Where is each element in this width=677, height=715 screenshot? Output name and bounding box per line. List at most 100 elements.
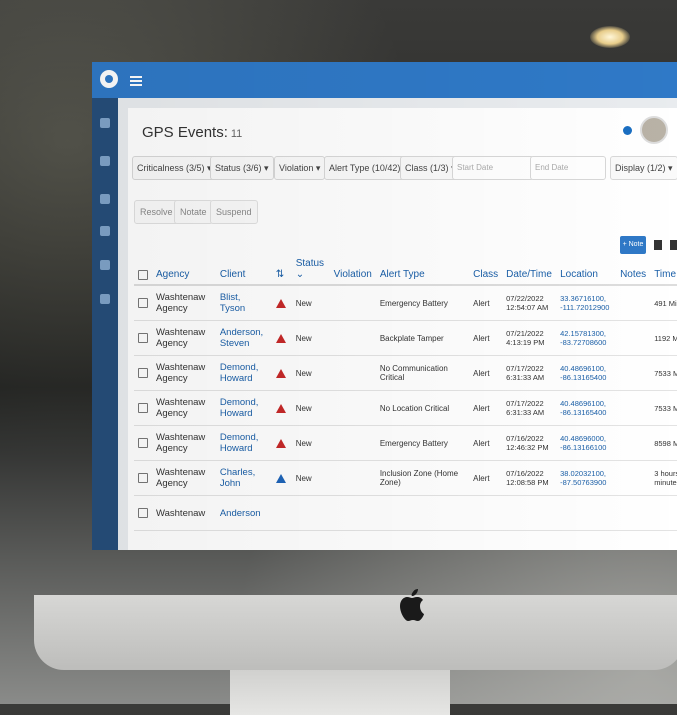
- client-cell[interactable]: Demond, Howard: [215, 355, 272, 391]
- page-title-text: GPS Events:: [142, 124, 228, 141]
- table-row[interactable]: Washtenaw Agency Demond, Howard New Emergen…: [134, 425, 677, 461]
- criticalness-filter[interactable]: Criticalness (3/5) ▾: [132, 156, 217, 180]
- location-cell[interactable]: [556, 495, 617, 531]
- row-select-cell: [134, 285, 152, 321]
- row-checkbox[interactable]: [138, 298, 148, 308]
- latitude-text: 40.48696100,: [560, 364, 607, 373]
- top-navbar: [92, 62, 677, 98]
- row-checkbox[interactable]: [138, 368, 148, 378]
- date-text: 07/17/2022: [506, 399, 544, 408]
- time-header[interactable]: Time: [650, 242, 677, 286]
- alert-type-cell: Emergency Battery: [375, 285, 470, 321]
- class-header[interactable]: Class: [469, 242, 503, 286]
- status-chevron-icon[interactable]: ⌄: [296, 269, 304, 280]
- avatar[interactable]: [640, 116, 668, 144]
- table-row[interactable]: Washtenaw Agency Anderson, Steven New Backp…: [134, 320, 677, 356]
- class-cell: Alert: [469, 355, 503, 391]
- violation-cell: [329, 390, 376, 426]
- datetime-cell: 07/17/2022 6:31:33 AM: [502, 355, 557, 391]
- help-icon[interactable]: [623, 126, 632, 135]
- datetime-cell: 07/16/2022 12:46:32 PM: [502, 425, 557, 461]
- users-icon[interactable]: [100, 226, 110, 236]
- alert-type-header[interactable]: Alert Type: [375, 242, 470, 286]
- display-dropdown[interactable]: Display (1/2) ▾: [610, 156, 677, 180]
- latitude-text: 38.02032100,: [560, 469, 607, 478]
- status-cell: New: [291, 285, 330, 321]
- location-cell[interactable]: 40.48696000, -86.13166100: [556, 425, 617, 461]
- table-row[interactable]: Washtenaw Agency Charles, John New Inclusio…: [134, 460, 677, 496]
- row-select-cell: [134, 460, 152, 496]
- building-icon[interactable]: [100, 156, 110, 166]
- latitude-text: 42.15781300,: [560, 329, 607, 338]
- client-cell[interactable]: Anderson, Steven: [215, 320, 272, 356]
- chat-icon[interactable]: [100, 260, 110, 270]
- hamburger-menu-icon[interactable]: [130, 76, 142, 86]
- status-cell: New: [291, 355, 330, 391]
- row-checkbox[interactable]: [138, 508, 148, 518]
- warning-triangle-icon: [275, 298, 286, 308]
- row-checkbox[interactable]: [138, 473, 148, 483]
- client-cell[interactable]: Blist, Tyson: [215, 285, 272, 321]
- table-body: Washtenaw Agency Blist, Tyson New Emergency…: [134, 285, 677, 531]
- alert-type-cell: Emergency Battery: [375, 425, 470, 461]
- status-cell: New: [291, 390, 330, 426]
- class-cell: [469, 495, 503, 531]
- app-screen: GPS Events: 11 Criticalness (3/5) ▾ Statu…: [92, 62, 677, 550]
- table-row[interactable]: Washtenaw Agency Demond, Howard New No Loca…: [134, 390, 677, 426]
- location-cell[interactable]: 33.36716100, -111.72012900: [556, 285, 617, 321]
- start-date-input[interactable]: Start Date: [452, 156, 534, 180]
- agency-cell: Washtenaw Agency: [152, 320, 216, 356]
- send-icon[interactable]: [100, 294, 110, 304]
- date-text: 07/16/2022: [506, 434, 544, 443]
- time-cell: 7533 Min: [650, 355, 677, 391]
- notes-cell: [616, 460, 651, 496]
- suspend-button[interactable]: Suspend: [210, 200, 258, 224]
- location-cell[interactable]: 40.48696100, -86.13165400: [556, 390, 617, 426]
- status-header-label: Status: [295, 258, 325, 269]
- client-cell[interactable]: Anderson: [215, 495, 272, 531]
- resolve-button[interactable]: Resolve: [134, 200, 179, 224]
- sort-icon[interactable]: ⇅: [271, 242, 292, 286]
- location-cell[interactable]: 42.15781300, -83.72708600: [556, 320, 617, 356]
- table-row[interactable]: Washtenaw Agency Blist, Tyson New Emergency…: [134, 285, 677, 321]
- location-cell[interactable]: 38.02032100, -87.50763900: [556, 460, 617, 496]
- time-cell: 3 hours 38 minutes: [650, 460, 677, 496]
- row-checkbox[interactable]: [138, 403, 148, 413]
- status-filter[interactable]: Status (3/6) ▾: [210, 156, 274, 180]
- date-text: 07/21/2022: [506, 329, 544, 338]
- notate-button[interactable]: Notate: [174, 200, 213, 224]
- time-of-day-text: 12:54:07 AM: [506, 303, 549, 312]
- row-checkbox[interactable]: [138, 438, 148, 448]
- criticalness-cell: [271, 355, 292, 391]
- datetime-cell: 07/16/2022 12:08:58 PM: [502, 460, 557, 496]
- notes-cell: [616, 355, 651, 391]
- client-cell[interactable]: Demond, Howard: [215, 425, 272, 461]
- violation-filter[interactable]: Violation ▾: [274, 156, 326, 180]
- time-of-day-text: 6:31:33 AM: [506, 408, 545, 417]
- client-cell[interactable]: Demond, Howard: [215, 390, 272, 426]
- warning-triangle-icon: [275, 473, 286, 483]
- row-checkbox[interactable]: [138, 333, 148, 343]
- class-cell: Alert: [469, 460, 503, 496]
- end-date-input[interactable]: End Date: [530, 156, 606, 180]
- date-text: 07/17/2022: [506, 364, 544, 373]
- dashboard-icon[interactable]: [100, 118, 110, 128]
- client-cell[interactable]: Charles, John: [215, 460, 272, 496]
- app-logo-icon[interactable]: [100, 70, 118, 88]
- user-icon[interactable]: [100, 194, 110, 204]
- agency-header[interactable]: Agency: [152, 242, 216, 286]
- table-row[interactable]: Washtenaw Anderson: [134, 495, 677, 531]
- agency-cell: Washtenaw Agency: [152, 425, 216, 461]
- status-header[interactable]: Status ⌄: [291, 242, 330, 286]
- datetime-header[interactable]: Date/Time: [502, 242, 557, 286]
- client-header[interactable]: Client: [215, 242, 272, 286]
- select-all-checkbox[interactable]: [138, 270, 148, 280]
- location-header[interactable]: Location: [556, 242, 617, 286]
- table-row[interactable]: Washtenaw Agency Demond, Howard New No Comm…: [134, 355, 677, 391]
- status-cell: New: [291, 320, 330, 356]
- class-cell: Alert: [469, 425, 503, 461]
- location-cell[interactable]: 40.48696100, -86.13165400: [556, 355, 617, 391]
- notes-header[interactable]: Notes: [616, 242, 651, 286]
- violation-header[interactable]: Violation: [329, 242, 376, 286]
- row-select-cell: [134, 425, 152, 461]
